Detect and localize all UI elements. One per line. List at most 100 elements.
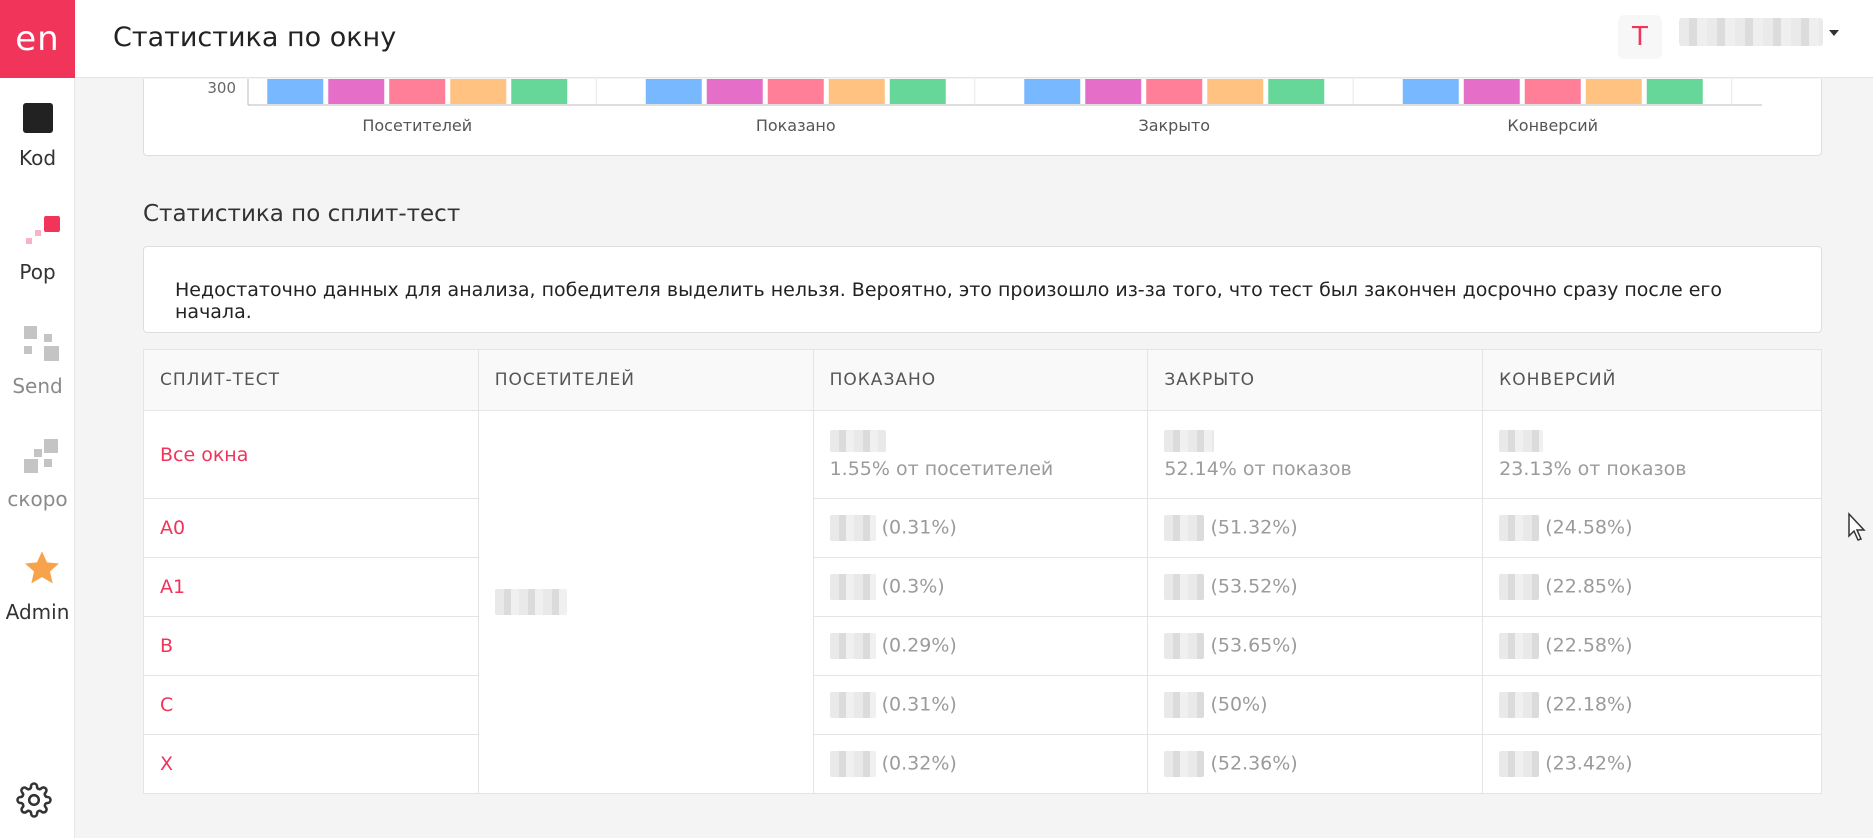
row-name[interactable]: A1	[160, 576, 185, 598]
chart-bar[interactable]	[1402, 79, 1459, 104]
chart-bar[interactable]	[328, 79, 385, 104]
window-stats-chart: 300 Посетителей Показано Закрыто Конверсий	[207, 79, 1762, 135]
conv-pct: (23.42%)	[1545, 752, 1633, 775]
chart-card: 300 Посетителей Показано Закрыто Конверсий	[143, 79, 1822, 156]
row-name-cell[interactable]: Все окна	[143, 410, 479, 499]
chart-bar[interactable]	[1146, 79, 1203, 104]
x-category-label: Закрыто	[1138, 116, 1210, 135]
row-name[interactable]: A0	[160, 517, 185, 539]
shown-cell: (0.31%)	[812, 498, 1149, 558]
row-name-cell[interactable]: A1	[143, 557, 479, 617]
blurred-value	[1499, 429, 1544, 452]
row-name-cell[interactable]: X	[143, 734, 479, 794]
table-row: X (0.32%) (52.36%) (23.42%)	[143, 734, 1822, 794]
chart-bar[interactable]	[1646, 79, 1703, 104]
chart-bar[interactable]	[1524, 79, 1581, 104]
shown-cell: 1.55% от посетителей	[812, 410, 1149, 499]
closed-pct: (53.65%)	[1210, 634, 1298, 657]
logo-text: en	[15, 19, 60, 59]
sidebar-item-label: Send	[12, 374, 63, 398]
chart-bar[interactable]	[645, 79, 702, 104]
sidebar-item-label: Pop	[19, 260, 56, 284]
conv-cell: (22.58%)	[1482, 616, 1822, 676]
sidebar-item-kod[interactable]: Kod	[0, 102, 75, 170]
closed-cell: 52.14% от показов	[1147, 410, 1484, 499]
sidebar-item-pop[interactable]: Pop	[0, 214, 75, 284]
closed-cell: (53.52%)	[1147, 557, 1484, 617]
chart-bar[interactable]	[1085, 79, 1142, 104]
row-name-cell[interactable]: C	[143, 675, 479, 735]
chevron-down-icon[interactable]	[1829, 30, 1839, 36]
shown-cell: (0.31%)	[812, 675, 1149, 735]
row-name-cell[interactable]: B	[143, 616, 479, 676]
gear-icon[interactable]	[16, 782, 52, 818]
closed-cell: (53.65%)	[1147, 616, 1484, 676]
page-title: Статистика по окну	[113, 22, 397, 53]
shown-sub: 1.55% от посетителей	[829, 457, 1054, 480]
avatar[interactable]: T	[1618, 15, 1662, 59]
col-header-conversions: КОНВЕРСИЙ	[1482, 349, 1822, 411]
chart-bar[interactable]	[1268, 79, 1325, 104]
shown-cell: (0.3%)	[812, 557, 1149, 617]
split-notice: Недостаточно данных для анализа, победит…	[143, 246, 1822, 333]
blurred-value	[1499, 574, 1540, 600]
row-name[interactable]: Все окна	[160, 444, 248, 466]
x-category-label: Показано	[756, 116, 836, 135]
blurred-value	[1164, 633, 1205, 659]
sidebar-item-label: Admin	[5, 600, 70, 624]
conv-sub: 23.13% от показов	[1499, 457, 1687, 480]
chart-bar[interactable]	[767, 79, 824, 104]
closed-pct: (52.36%)	[1210, 752, 1298, 775]
conv-pct: (24.58%)	[1545, 516, 1633, 539]
blurred-value	[1164, 692, 1205, 718]
shown-pct: (0.31%)	[881, 516, 957, 539]
split-section-title: Статистика по сплит-тест	[143, 201, 461, 227]
x-category-label: Посетителей	[362, 116, 472, 135]
sidebar-item-admin[interactable]: Admin	[0, 548, 75, 624]
chart-bar[interactable]	[889, 79, 946, 104]
table-row: B (0.29%) (53.65%) (22.58%)	[143, 616, 1822, 676]
chart-bar[interactable]	[450, 79, 507, 104]
chart-bar[interactable]	[1024, 79, 1081, 104]
conv-pct: (22.18%)	[1545, 693, 1633, 716]
row-name[interactable]: B	[160, 635, 173, 657]
app-logo[interactable]: en	[0, 0, 75, 78]
conv-cell: (24.58%)	[1482, 498, 1822, 558]
conv-cell: (22.85%)	[1482, 557, 1822, 617]
table-row: Все окна 1.55% от посетителей 52.14% от …	[143, 410, 1822, 794]
chart-bar[interactable]	[706, 79, 763, 104]
sidebar-item-label: Kod	[18, 146, 57, 170]
col-header-split: СПЛИТ-ТЕСТ	[143, 349, 479, 411]
sidebar-item-send[interactable]: Send	[0, 324, 75, 398]
chart-bar[interactable]	[267, 79, 324, 104]
main-content: 300 Посетителей Показано Закрыто Конверсий С…	[75, 79, 1873, 838]
chart-bar[interactable]	[828, 79, 885, 104]
closed-pct: (53.52%)	[1210, 575, 1298, 598]
closed-cell: (50%)	[1147, 675, 1484, 735]
chart-bar[interactable]	[1463, 79, 1520, 104]
blurred-value	[1499, 633, 1540, 659]
table-row: C (0.31%) (50%) (22.18%)	[143, 675, 1822, 735]
chart-bar[interactable]	[1585, 79, 1642, 104]
y-tick-label: 300	[207, 79, 236, 97]
shown-pct: (0.32%)	[881, 752, 957, 775]
chart-bar[interactable]	[389, 79, 446, 104]
visitors-cell	[477, 410, 814, 794]
blurred-value	[829, 751, 876, 777]
closed-sub: 52.14% от показов	[1164, 457, 1352, 480]
chart-bar[interactable]	[511, 79, 568, 104]
row-name-cell[interactable]: A0	[143, 498, 479, 558]
shown-pct: (0.3%)	[881, 575, 945, 598]
col-header-closed: ЗАКРЫТО	[1147, 349, 1484, 411]
sidebar-item-soon[interactable]: скоро	[0, 437, 75, 511]
sidebar-item-label: скоро	[7, 487, 68, 511]
star-icon	[22, 548, 59, 584]
row-name[interactable]: C	[160, 694, 173, 716]
row-name[interactable]: X	[160, 753, 173, 775]
user-name-blurred[interactable]	[1679, 18, 1823, 46]
col-header-visitors: ПОСЕТИТЕЛЕЙ	[477, 349, 814, 411]
chart-bar[interactable]	[1207, 79, 1264, 104]
shown-cell: (0.32%)	[812, 734, 1149, 794]
mouse-cursor-icon	[1848, 512, 1866, 541]
conv-pct: (22.58%)	[1545, 634, 1633, 657]
